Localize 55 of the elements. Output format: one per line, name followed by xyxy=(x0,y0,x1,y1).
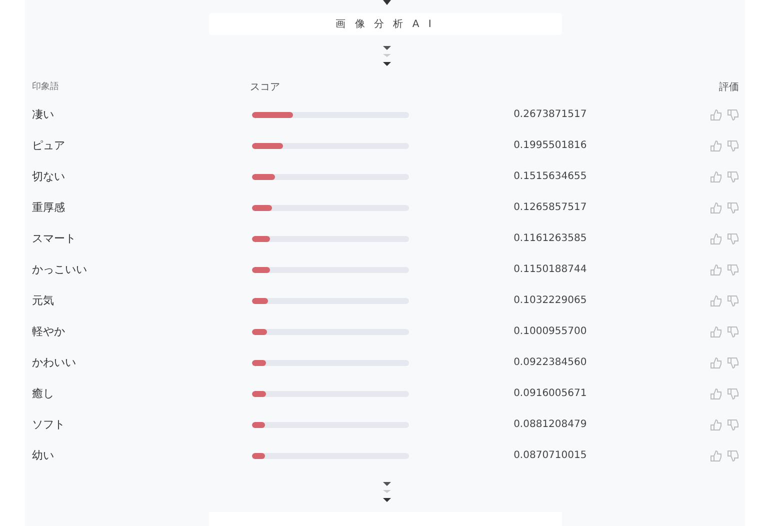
thumbs-up-icon[interactable] xyxy=(710,202,722,214)
thumbs-down-icon[interactable] xyxy=(727,418,739,431)
table-cell-text: 0.1032229065 xyxy=(512,295,588,306)
table-cell-text: 凄い xyxy=(31,107,55,122)
table-cell-text: 0.0916005671 xyxy=(512,388,588,400)
table-cell-text: 重厚感 xyxy=(31,200,66,216)
thumbs-up-icon[interactable] xyxy=(710,264,722,276)
thumbs-down-icon[interactable] xyxy=(727,294,739,307)
thumbs-up-icon[interactable] xyxy=(710,450,722,462)
table-cell-text: かわいい xyxy=(31,355,77,370)
flow-arrows-icon xyxy=(382,480,390,504)
table-cell-text: 元気 xyxy=(31,293,55,308)
table-cell-text: 0.2673871517 xyxy=(512,109,588,120)
table-cell-text: 0.0922384560 xyxy=(512,357,588,368)
table-cell-text: 0.0881208479 xyxy=(512,419,588,430)
table-cell-text: かっこいい xyxy=(31,262,88,278)
thumbs-up-icon[interactable] xyxy=(710,108,722,121)
table-cell-text: 0.0870710015 xyxy=(512,450,588,462)
table-cell-text: ピュア xyxy=(31,138,66,154)
arrow-down-icon xyxy=(382,0,390,5)
thumbs-up-icon[interactable] xyxy=(710,388,722,400)
table-cell-text: 0.1515634655 xyxy=(512,171,588,182)
thumbs-down-icon[interactable] xyxy=(727,140,739,152)
flow-arrows-icon xyxy=(382,44,390,68)
thumbs-up-icon[interactable] xyxy=(710,140,722,152)
thumbs-down-icon[interactable] xyxy=(727,202,739,214)
thumbs-down-icon[interactable] xyxy=(727,264,739,276)
thumbs-down-icon[interactable] xyxy=(727,326,739,338)
table-cell-text: 0.1265857517 xyxy=(512,202,588,214)
table-cell-text: ソフト xyxy=(31,417,66,432)
table-cell-text: 0.1000955700 xyxy=(512,326,588,338)
thumbs-up-icon[interactable] xyxy=(710,170,722,183)
column-header: 評価 xyxy=(718,80,740,94)
table-cell-text: スマート xyxy=(31,231,77,246)
table-cell-text: 0.1995501816 xyxy=(512,140,588,152)
table-cell-text: 切ない xyxy=(31,169,66,184)
thumbs-down-icon[interactable] xyxy=(727,356,739,369)
table-cell-text: 幼い xyxy=(31,448,55,464)
table-cell-text: 0.1161263585 xyxy=(512,233,588,244)
thumbs-up-icon[interactable] xyxy=(710,326,722,338)
title-text: 画 像 分 析 A I xyxy=(336,18,434,32)
thumbs-up-icon[interactable] xyxy=(710,232,722,245)
thumbs-down-icon[interactable] xyxy=(727,232,739,245)
column-header: スコア xyxy=(248,80,281,94)
table-cell-text: 軽やか xyxy=(31,324,66,340)
column-header: 印象語 xyxy=(31,80,60,94)
thumbs-up-icon[interactable] xyxy=(710,418,722,431)
thumbs-down-icon[interactable] xyxy=(727,170,739,183)
table-cell-text: 癒し xyxy=(31,386,55,402)
thumbs-down-icon[interactable] xyxy=(727,388,739,400)
thumbs-down-icon[interactable] xyxy=(727,108,739,121)
thumbs-down-icon[interactable] xyxy=(727,450,739,462)
thumbs-up-icon[interactable] xyxy=(710,294,722,307)
thumbs-up-icon[interactable] xyxy=(710,356,722,369)
table-cell-text: 0.1150188744 xyxy=(512,264,588,276)
